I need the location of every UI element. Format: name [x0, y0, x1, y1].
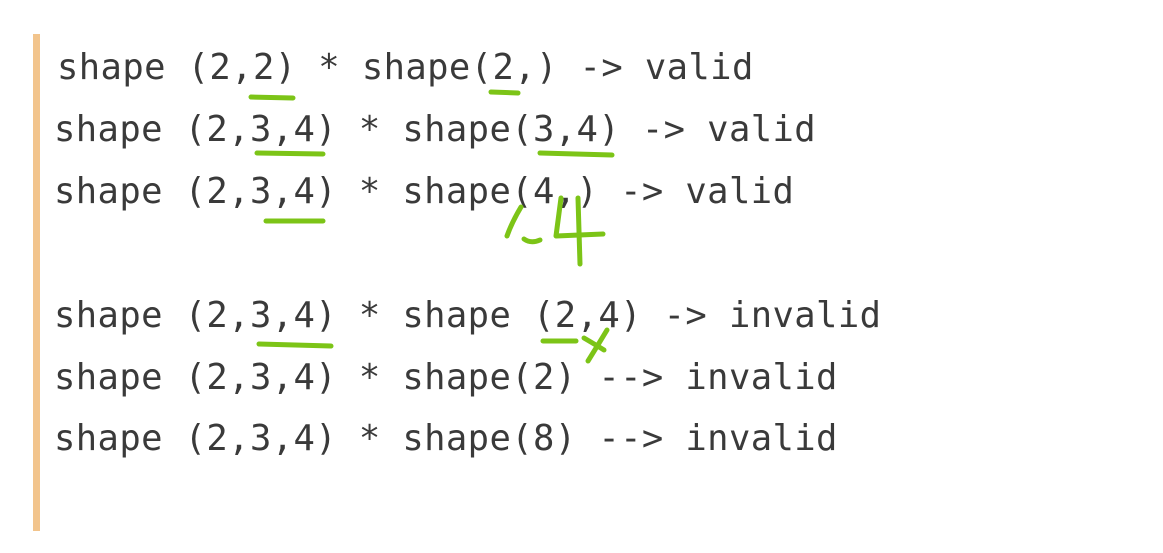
- underline-line4-trailing-dims: [256, 341, 334, 349]
- underline-line1-second-dim: [488, 89, 521, 96]
- code-line-4: shape (2,3,4) * shape (2,4) -> invalid: [54, 295, 882, 336]
- code-line-1: shape (2,2) * shape(2,) -> valid: [57, 47, 754, 88]
- handwritten-tick: [521, 236, 543, 245]
- blockquote-border: [33, 34, 40, 531]
- underline-line1-trailing-dim: [248, 94, 296, 101]
- code-line-2: shape (2,3,4) * shape(3,4) -> valid: [54, 109, 817, 150]
- underline-line2-trailing-dims: [254, 150, 326, 157]
- code-line-6: shape (2,3,4) * shape(8) --> invalid: [54, 418, 838, 459]
- code-line-5: shape (2,3,4) * shape(2) --> invalid: [54, 357, 838, 398]
- underline-line2-second-dims: [537, 150, 615, 158]
- cross-mark-stroke-1: [581, 335, 607, 353]
- code-line-3: shape (2,3,4) * shape(4,) -> valid: [54, 171, 795, 212]
